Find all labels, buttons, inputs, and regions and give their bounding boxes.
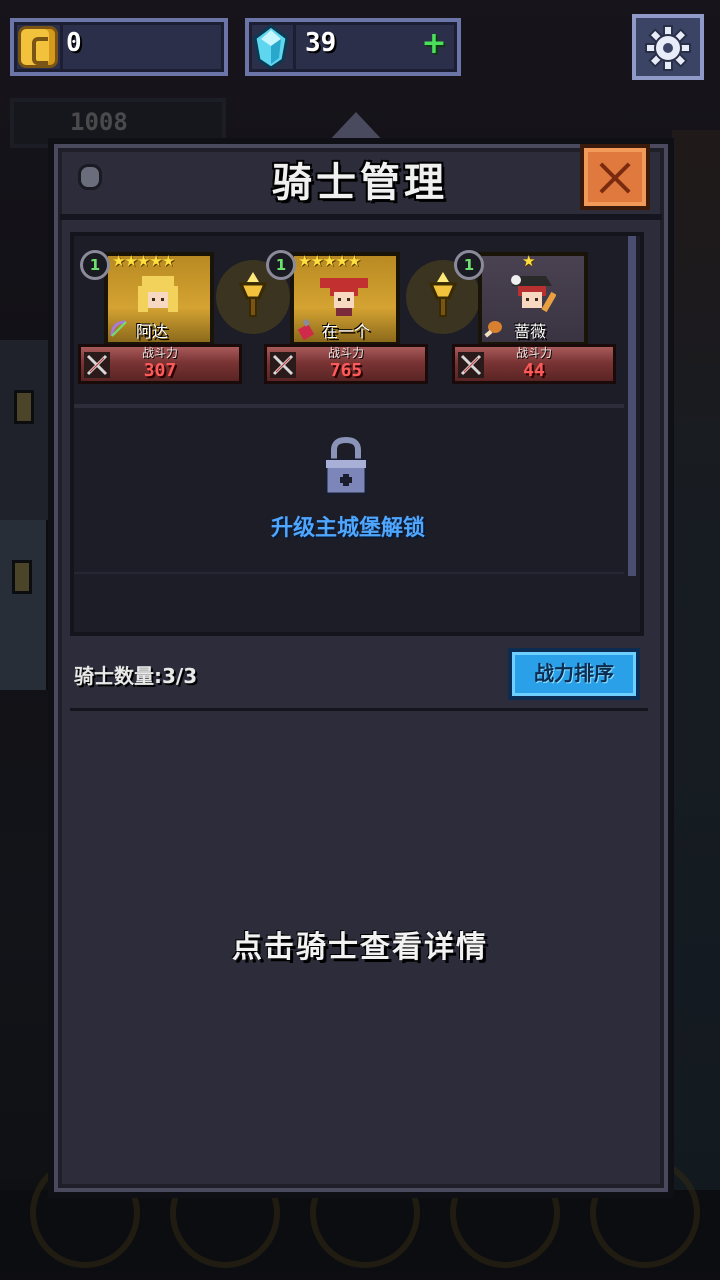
detail-hint: 点击骑士查看详情 — [232, 930, 488, 965]
panel-knob — [78, 164, 102, 190]
knight-level: 1 — [454, 250, 484, 280]
grid-row-divider — [74, 404, 624, 408]
power-value: 307 — [143, 360, 177, 381]
sort-by-power-button[interactable]: 战力排序 — [508, 648, 640, 700]
potion-icon — [297, 318, 315, 340]
knight-avatar — [511, 275, 556, 313]
section-divider — [70, 708, 648, 711]
close-button[interactable] — [580, 144, 650, 210]
power-value: 765 — [329, 360, 363, 381]
knight-stars: ★★★★★ — [112, 252, 175, 270]
knight-name: 在一个 — [322, 322, 371, 341]
knight-card[interactable]: 1 ★★★★★ 阿达 战斗力 307 — [78, 248, 242, 388]
power-label: 战斗力 — [327, 346, 364, 360]
gem-counter: 39 + — [245, 18, 461, 76]
knight-card[interactable]: 1 ★★★★★ 在一个 战斗力 765 — [264, 248, 428, 388]
gem-icon — [253, 24, 289, 70]
gold-value: 0 — [66, 28, 82, 58]
lock-icon — [324, 436, 368, 496]
knight-name: 阿达 — [136, 322, 169, 341]
power-label: 战斗力 — [515, 346, 552, 360]
power-value: 44 — [523, 360, 545, 381]
drumstick-icon — [484, 321, 502, 338]
knight-avatar — [138, 276, 178, 312]
knight-grid-scrollbar[interactable] — [628, 236, 636, 576]
knight-card[interactable]: 1 ★ 蔷薇 战斗力 44 — [452, 248, 616, 388]
bow-icon — [110, 320, 127, 337]
settings-button[interactable] — [632, 14, 704, 80]
power-label: 战斗力 — [141, 346, 178, 360]
knight-avatar — [320, 278, 368, 316]
grid-row-divider — [74, 572, 624, 574]
knight-level: 1 — [266, 250, 296, 280]
knight-name: 蔷薇 — [514, 322, 547, 341]
gem-value: 39 — [305, 28, 337, 58]
gear-icon — [645, 25, 691, 71]
counter-divider — [293, 22, 296, 72]
title-divider — [60, 214, 662, 220]
knight-stars: ★ — [522, 252, 535, 270]
gold-counter: 0 — [10, 18, 228, 76]
knight-level: 1 — [80, 250, 110, 280]
counter-divider — [60, 22, 63, 72]
knight-stars: ★★★★★ — [298, 252, 361, 270]
unlock-requirement-text: 升级主城堡解锁 — [270, 516, 425, 541]
knight-count: 骑士数量:3/3 — [74, 664, 198, 688]
panel-title: 骑士管理 — [272, 160, 448, 206]
coin-icon — [18, 26, 58, 68]
add-gems-button[interactable]: + — [421, 29, 447, 59]
